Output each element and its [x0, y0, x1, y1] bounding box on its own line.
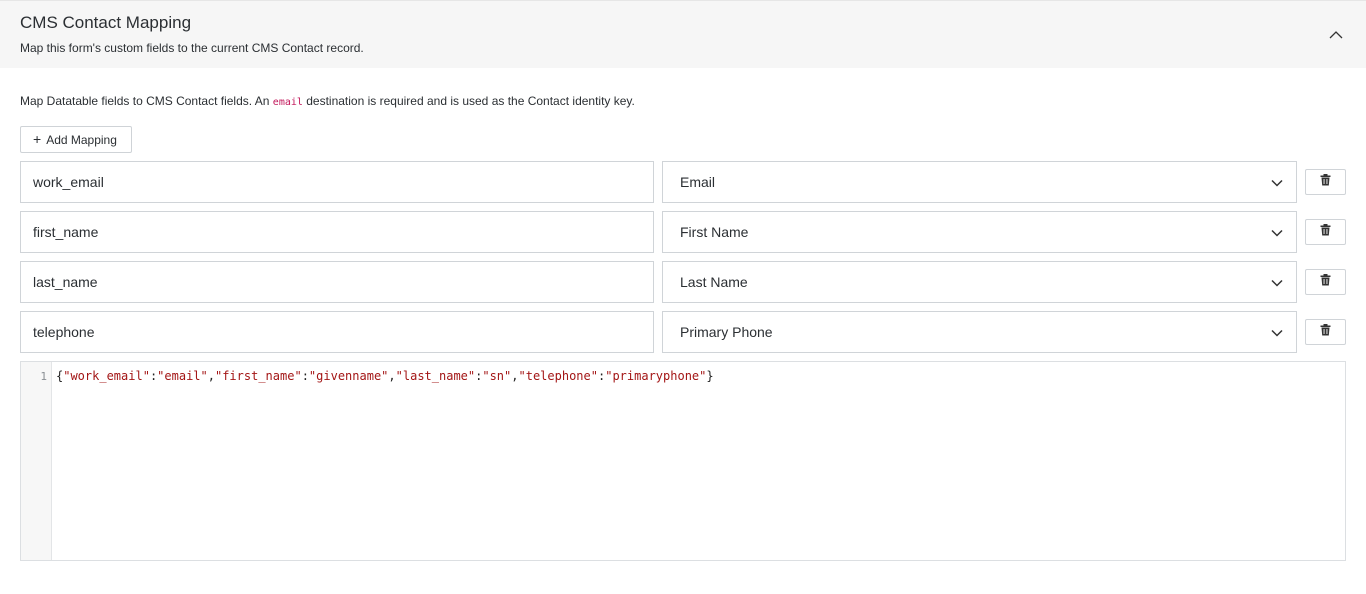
trash-icon	[1320, 223, 1331, 241]
json-value: "sn"	[482, 369, 512, 383]
delete-mapping-button[interactable]	[1305, 219, 1346, 245]
source-field-input[interactable]	[20, 161, 654, 203]
editor-gutter: 1	[21, 362, 52, 560]
json-value: "email"	[157, 369, 208, 383]
delete-mapping-button[interactable]	[1305, 169, 1346, 195]
help-text-after: destination is required and is used as t…	[302, 94, 635, 108]
trash-icon	[1320, 273, 1331, 291]
json-key: "first_name"	[214, 369, 302, 383]
delete-mapping-button[interactable]	[1305, 319, 1346, 345]
chevron-down-icon	[1270, 326, 1284, 345]
panel-header[interactable]: CMS Contact Mapping Map this form's cust…	[0, 0, 1366, 68]
line-number: 1	[40, 370, 47, 383]
chevron-down-icon	[1270, 176, 1284, 195]
plus-icon: +	[33, 131, 42, 147]
destination-select[interactable]: Email	[662, 161, 1297, 203]
destination-select[interactable]: First Name	[662, 211, 1297, 253]
json-key: "last_name"	[395, 369, 476, 383]
panel-subtitle: Map this form's custom fields to the cur…	[20, 41, 364, 55]
add-mapping-label: Add Mapping	[46, 132, 117, 147]
help-text-before: Map Datatable fields to CMS Contact fiel…	[20, 94, 273, 108]
chevron-down-icon	[1270, 276, 1284, 295]
source-field-input[interactable]	[20, 311, 654, 353]
cms-contact-mapping-panel: CMS Contact Mapping Map this form's cust…	[0, 0, 1366, 594]
mapping-row: First Name	[20, 211, 1346, 253]
email-code: email	[272, 97, 303, 108]
destination-value: Primary Phone	[680, 324, 773, 340]
add-mapping-button[interactable]: + Add Mapping	[20, 126, 132, 153]
destination-select[interactable]: Last Name	[662, 261, 1297, 303]
source-field-input[interactable]	[20, 261, 654, 303]
mapping-row: Email	[20, 161, 1346, 203]
chevron-up-icon[interactable]	[1326, 25, 1346, 45]
mapping-row: Last Name	[20, 261, 1346, 303]
delete-mapping-button[interactable]	[1305, 269, 1346, 295]
help-text: Map Datatable fields to CMS Contact fiel…	[20, 94, 635, 108]
panel-title: CMS Contact Mapping	[20, 13, 192, 32]
destination-value: First Name	[680, 224, 749, 240]
chevron-down-icon	[1270, 226, 1284, 245]
code-line[interactable]: {"work_email":"email","first_name":"give…	[56, 369, 714, 383]
json-value: "givenname"	[308, 369, 389, 383]
destination-value: Email	[680, 174, 716, 190]
json-key: "work_email"	[63, 369, 150, 383]
mapping-row: Primary Phone	[20, 311, 1346, 353]
trash-icon	[1320, 173, 1331, 191]
json-key: "telephone"	[518, 369, 598, 383]
destination-select[interactable]: Primary Phone	[662, 311, 1297, 353]
source-field-input[interactable]	[20, 211, 654, 253]
json-value: "primaryphone"	[605, 369, 707, 383]
trash-icon	[1320, 323, 1331, 341]
json-code-editor[interactable]: 1 {"work_email":"email","first_name":"gi…	[20, 361, 1346, 561]
destination-value: Last Name	[680, 274, 748, 290]
